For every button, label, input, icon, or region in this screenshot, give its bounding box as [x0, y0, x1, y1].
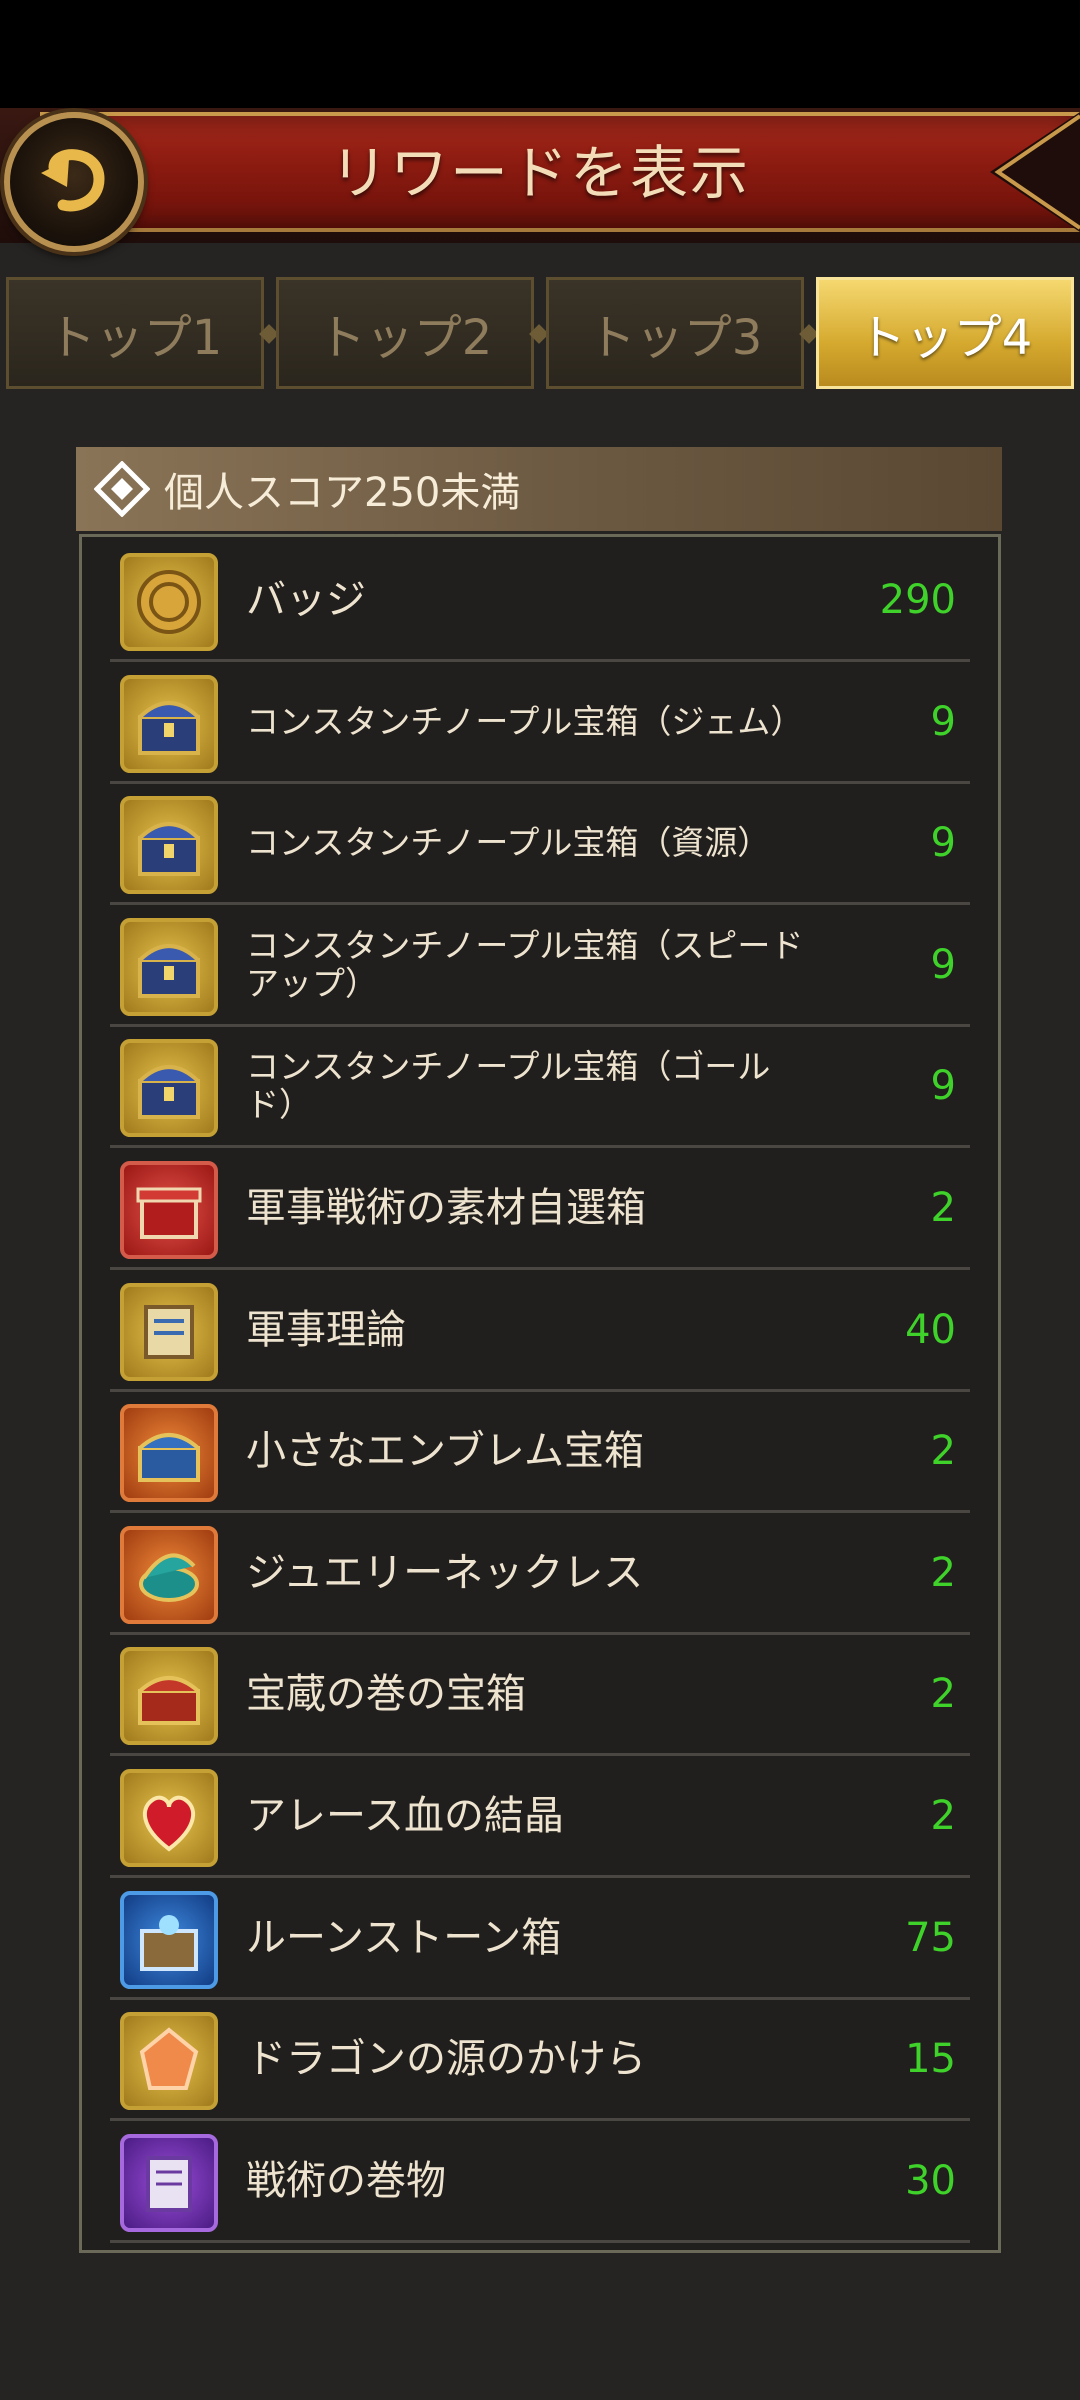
- reward-quantity: 9: [930, 699, 956, 745]
- reward-row: 軍事理論 40: [110, 1271, 970, 1392]
- reward-quantity: 2: [930, 1428, 956, 1474]
- tab-label: トップ2: [317, 310, 493, 366]
- reward-row: 戦術の巻物 30: [110, 2122, 970, 2243]
- red-box-icon[interactable]: [120, 1161, 218, 1259]
- back-button[interactable]: [4, 112, 144, 252]
- treasure-chest-icon[interactable]: [120, 675, 218, 773]
- red-chest-icon[interactable]: [120, 1647, 218, 1745]
- reward-row: アレース血の結晶 2: [110, 1757, 970, 1878]
- reward-row: コンスタンチノープル宝箱（ゴールド） 9: [110, 1027, 970, 1148]
- reward-name: アレース血の結晶: [246, 1793, 564, 1839]
- treasure-chest-icon[interactable]: [120, 1039, 218, 1137]
- reward-row: コンスタンチノープル宝箱（ジェム） 9: [110, 663, 970, 784]
- tactics-scroll-icon[interactable]: [120, 2134, 218, 2232]
- tab-top4[interactable]: トップ4: [816, 277, 1074, 389]
- tab-bar: トップ1 トップ2 トップ3 トップ4: [0, 277, 1080, 392]
- diamond-icon: [94, 461, 150, 517]
- reward-quantity: 75: [905, 1915, 956, 1961]
- reward-row: コンスタンチノープル宝箱（スピードアップ） 9: [110, 906, 970, 1027]
- reward-quantity: 2: [930, 1671, 956, 1717]
- tab-label: トップ3: [587, 310, 763, 366]
- reward-name: 宝蔵の巻の宝箱: [246, 1671, 526, 1717]
- back-arrow-icon: [41, 149, 105, 212]
- reward-row: 軍事戦術の素材自選箱 2: [110, 1149, 970, 1270]
- dragon-shard-icon[interactable]: [120, 2012, 218, 2110]
- reward-row: バッジ 290: [110, 541, 970, 662]
- reward-name: 軍事戦術の素材自選箱: [246, 1185, 646, 1231]
- reward-quantity: 2: [930, 1550, 956, 1596]
- blood-crystal-icon[interactable]: [120, 1769, 218, 1867]
- reward-name: バッジ: [246, 577, 366, 623]
- reward-row: 宝蔵の巻の宝箱 2: [110, 1635, 970, 1756]
- reward-quantity: 9: [930, 820, 956, 866]
- reward-quantity: 9: [930, 942, 956, 988]
- reward-quantity: 40: [905, 1307, 956, 1353]
- treasure-chest-icon[interactable]: [120, 796, 218, 894]
- tab-top3[interactable]: トップ3: [546, 277, 804, 389]
- reward-row: ジュエリーネックレス 2: [110, 1514, 970, 1635]
- reward-row: コンスタンチノープル宝箱（資源） 9: [110, 784, 970, 905]
- reward-quantity: 9: [930, 1063, 956, 1109]
- jewelry-box-icon[interactable]: [120, 1526, 218, 1624]
- reward-name: コンスタンチノープル宝箱（ゴールド）: [246, 1047, 771, 1124]
- emblem-chest-icon[interactable]: [120, 1404, 218, 1502]
- reward-quantity: 290: [879, 577, 956, 623]
- reward-quantity: 30: [905, 2158, 956, 2204]
- reward-name: ドラゴンの源のかけら: [246, 2036, 646, 2082]
- page-title: リワードを表示: [329, 139, 750, 207]
- tab-top2[interactable]: トップ2: [276, 277, 534, 389]
- reward-name: ジュエリーネックレス: [246, 1550, 644, 1596]
- status-bar: [0, 0, 1080, 108]
- tab-label: トップ1: [47, 310, 223, 366]
- scroll-icon[interactable]: [120, 1283, 218, 1381]
- reward-row: ドラゴンの源のかけら 15: [110, 2000, 970, 2121]
- reward-name: 軍事理論: [246, 1307, 406, 1353]
- reward-name: ルーンストーン箱: [246, 1915, 562, 1961]
- reward-quantity: 2: [930, 1793, 956, 1839]
- section-header: 個人スコア250未満: [76, 447, 1002, 531]
- reward-name: コンスタンチノープル宝箱（資源）: [246, 823, 771, 863]
- reward-row: ルーンストーン箱 75: [110, 1879, 970, 2000]
- treasure-chest-icon[interactable]: [120, 918, 218, 1016]
- badge-coin-icon[interactable]: [120, 553, 218, 651]
- reward-quantity: 2: [930, 1185, 956, 1231]
- reward-name: 小さなエンブレム宝箱: [246, 1428, 644, 1474]
- reward-name: 戦術の巻物: [246, 2158, 446, 2204]
- section-title: 個人スコア250未満: [164, 470, 521, 516]
- reward-quantity: 15: [905, 2036, 956, 2082]
- tab-top1[interactable]: トップ1: [6, 277, 264, 389]
- reward-name: コンスタンチノープル宝箱（スピードアップ）: [246, 926, 804, 1003]
- reward-name: コンスタンチノープル宝箱（ジェム）: [246, 702, 804, 742]
- runestone-box-icon[interactable]: [120, 1891, 218, 1989]
- reward-row: 小さなエンブレム宝箱 2: [110, 1392, 970, 1513]
- tab-label: トップ4: [857, 310, 1033, 366]
